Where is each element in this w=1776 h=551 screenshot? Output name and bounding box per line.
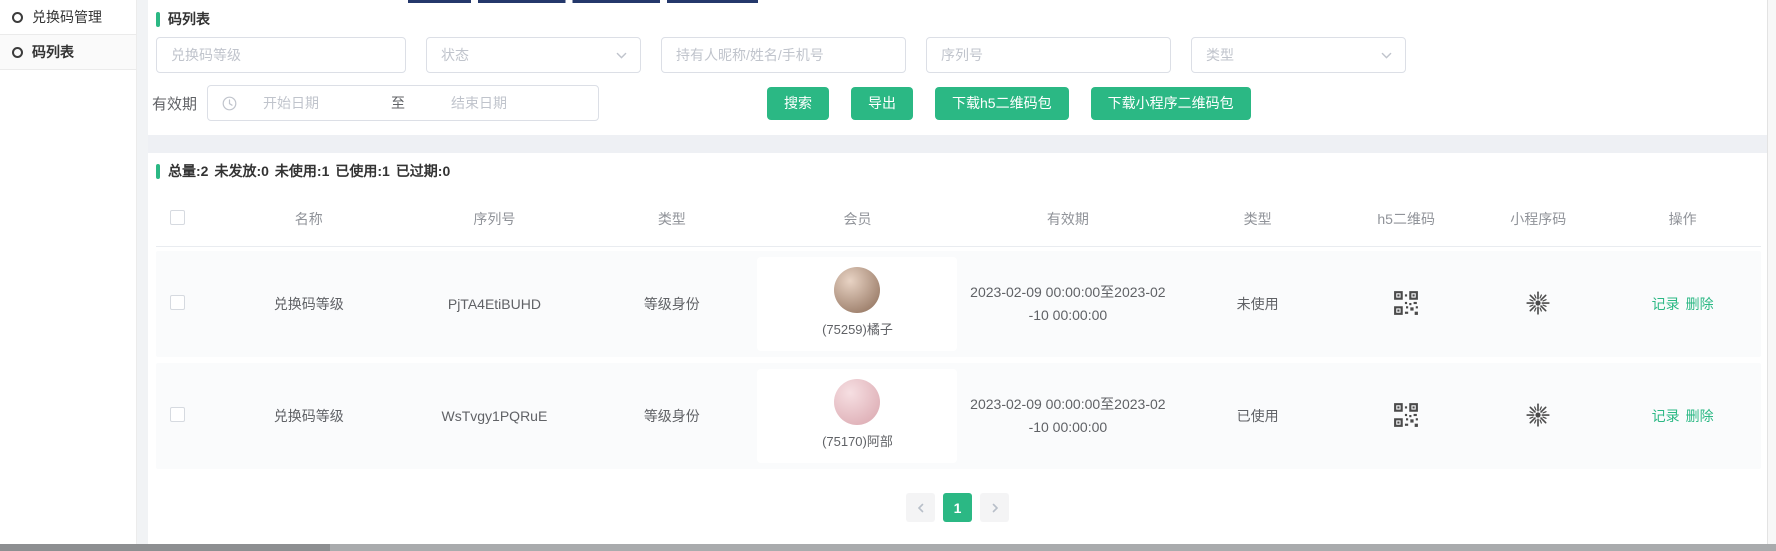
miniprogram-qr-code-icon[interactable]	[1525, 402, 1551, 428]
cell-serial: PjTA4EtiBUHD	[400, 296, 590, 312]
row-checkbox[interactable]	[170, 295, 185, 310]
cell-serial: WsTvgy1PQRuE	[400, 408, 590, 424]
filter-row-2: 有效期 开始日期 至 结束日期 搜索 导出 下载h5二维码包 下载小程序二维码包	[148, 73, 1767, 121]
horizontal-scrollbar-thumb[interactable]	[0, 544, 330, 551]
summary-accent-bar	[156, 164, 160, 179]
sidebar-gutter	[137, 0, 148, 544]
table-panel: 总量:2 未发放:0 未使用:1 已使用:1 已过期:0 名称 序列号 类型 会员 有效…	[148, 153, 1767, 544]
chevron-right-icon	[989, 502, 1001, 514]
summary-stat: 未发放:0	[214, 163, 268, 179]
export-button[interactable]: 导出	[851, 87, 913, 120]
sidebar-item-label: 兑换码管理	[32, 7, 102, 27]
code-level-input[interactable]	[156, 37, 406, 73]
action-buttons: 搜索 导出 下载h5二维码包 下载小程序二维码包	[767, 87, 1251, 120]
summary-stats: 总量:2 未发放:0 未使用:1 已使用:1 已过期:0	[168, 161, 456, 181]
main-content: 码列表 状态 类型 有效期 开始日期	[148, 0, 1767, 544]
delete-link[interactable]: 删除	[1686, 296, 1714, 312]
clipped-top-artifact	[408, 0, 758, 3]
next-page-button[interactable]	[980, 493, 1009, 522]
sidebar-item-code-management[interactable]: 兑换码管理	[0, 0, 136, 35]
cell-validity: 2023-02-09 00:00:00至2023-02-10 00:00:00	[970, 281, 1166, 327]
chevron-left-icon	[915, 502, 927, 514]
clock-icon	[222, 96, 237, 111]
search-button[interactable]: 搜索	[767, 87, 829, 120]
status-select[interactable]: 状态	[426, 37, 641, 73]
type-select[interactable]: 类型	[1191, 37, 1406, 73]
section-divider-band	[148, 135, 1767, 153]
miniprogram-qr-code-icon[interactable]	[1525, 290, 1551, 316]
table-body: 兑换码等级 PjTA4EtiBUHD 等级身份 (75259)橘子 2023-0…	[148, 247, 1767, 475]
h5-qr-code-icon[interactable]	[1393, 402, 1419, 428]
horizontal-scrollbar[interactable]	[0, 544, 1776, 551]
cell-status: 未使用	[1175, 294, 1340, 314]
filter-row-1: 状态 类型	[148, 35, 1767, 73]
title-accent-bar	[156, 12, 160, 27]
cell-validity: 2023-02-09 00:00:00至2023-02-10 00:00:00	[970, 393, 1166, 439]
record-link[interactable]: 记录	[1652, 408, 1680, 424]
column-header-h5-qr: h5二维码	[1340, 209, 1472, 229]
cell-type: 等级身份	[589, 294, 754, 314]
column-header-name: 名称	[218, 209, 400, 229]
summary-bar: 总量:2 未发放:0 未使用:1 已使用:1 已过期:0	[148, 161, 1767, 181]
table-row: 兑换码等级 WsTvgy1PQRuE 等级身份 (75170)阿部 2023-0…	[156, 363, 1761, 469]
range-separator: 至	[391, 93, 451, 113]
chevron-down-icon	[1380, 49, 1393, 62]
member-cell: (75259)橘子	[757, 257, 957, 351]
column-header-actions: 操作	[1604, 209, 1761, 229]
row-checkbox[interactable]	[170, 407, 185, 422]
column-header-type: 类型	[589, 209, 754, 229]
end-date-input[interactable]: 结束日期	[451, 93, 579, 113]
column-header-status: 类型	[1175, 209, 1340, 229]
record-link[interactable]: 记录	[1652, 296, 1680, 312]
select-all-checkbox[interactable]	[170, 210, 185, 225]
circle-bullet-icon	[12, 47, 23, 58]
member-name: (75259)橘子	[822, 319, 893, 338]
member-name: (75170)阿部	[822, 431, 893, 450]
sidebar-item-label: 码列表	[32, 42, 74, 62]
download-h5-qr-button[interactable]: 下载h5二维码包	[935, 87, 1069, 120]
page-number-current[interactable]: 1	[943, 493, 972, 522]
sidebar-item-code-list[interactable]: 码列表	[0, 35, 136, 70]
cell-type: 等级身份	[589, 406, 754, 426]
cell-name: 兑换码等级	[218, 294, 400, 314]
right-scrollbar-gutter[interactable]	[1767, 0, 1776, 544]
summary-stat: 未使用:1	[275, 163, 329, 179]
app-window: 兑换码管理 码列表 码列表 状态 类型	[0, 0, 1776, 544]
validity-label: 有效期	[152, 93, 197, 114]
sidebar: 兑换码管理 码列表	[0, 0, 137, 544]
column-header-serial: 序列号	[400, 209, 590, 229]
cell-status: 已使用	[1175, 406, 1340, 426]
member-avatar	[834, 267, 880, 313]
member-avatar	[834, 379, 880, 425]
column-header-member: 会员	[754, 209, 960, 229]
table-header: 名称 序列号 类型 会员 有效期 类型 h5二维码 小程序码 操作	[156, 191, 1761, 247]
table-row: 兑换码等级 PjTA4EtiBUHD 等级身份 (75259)橘子 2023-0…	[156, 251, 1761, 357]
column-header-mini-qr: 小程序码	[1472, 209, 1604, 229]
delete-link[interactable]: 删除	[1686, 408, 1714, 424]
prev-page-button[interactable]	[906, 493, 935, 522]
validity-date-range-picker[interactable]: 开始日期 至 结束日期	[207, 85, 599, 121]
cell-name: 兑换码等级	[218, 406, 400, 426]
circle-bullet-icon	[12, 12, 23, 23]
summary-stat: 总量:2	[168, 163, 208, 179]
page-title: 码列表	[148, 0, 1767, 35]
summary-stat: 已过期:0	[396, 163, 450, 179]
start-date-input[interactable]: 开始日期	[263, 93, 391, 113]
member-cell: (75170)阿部	[757, 369, 957, 463]
download-miniprogram-qr-button[interactable]: 下载小程序二维码包	[1091, 87, 1251, 120]
holder-input[interactable]	[661, 37, 906, 73]
h5-qr-code-icon[interactable]	[1393, 290, 1419, 316]
pagination: 1	[148, 493, 1767, 522]
column-header-validity: 有效期	[961, 209, 1176, 229]
summary-stat: 已使用:1	[335, 163, 389, 179]
chevron-down-icon	[615, 49, 628, 62]
filter-panel: 码列表 状态 类型 有效期 开始日期	[148, 0, 1767, 135]
serial-input[interactable]	[926, 37, 1171, 73]
